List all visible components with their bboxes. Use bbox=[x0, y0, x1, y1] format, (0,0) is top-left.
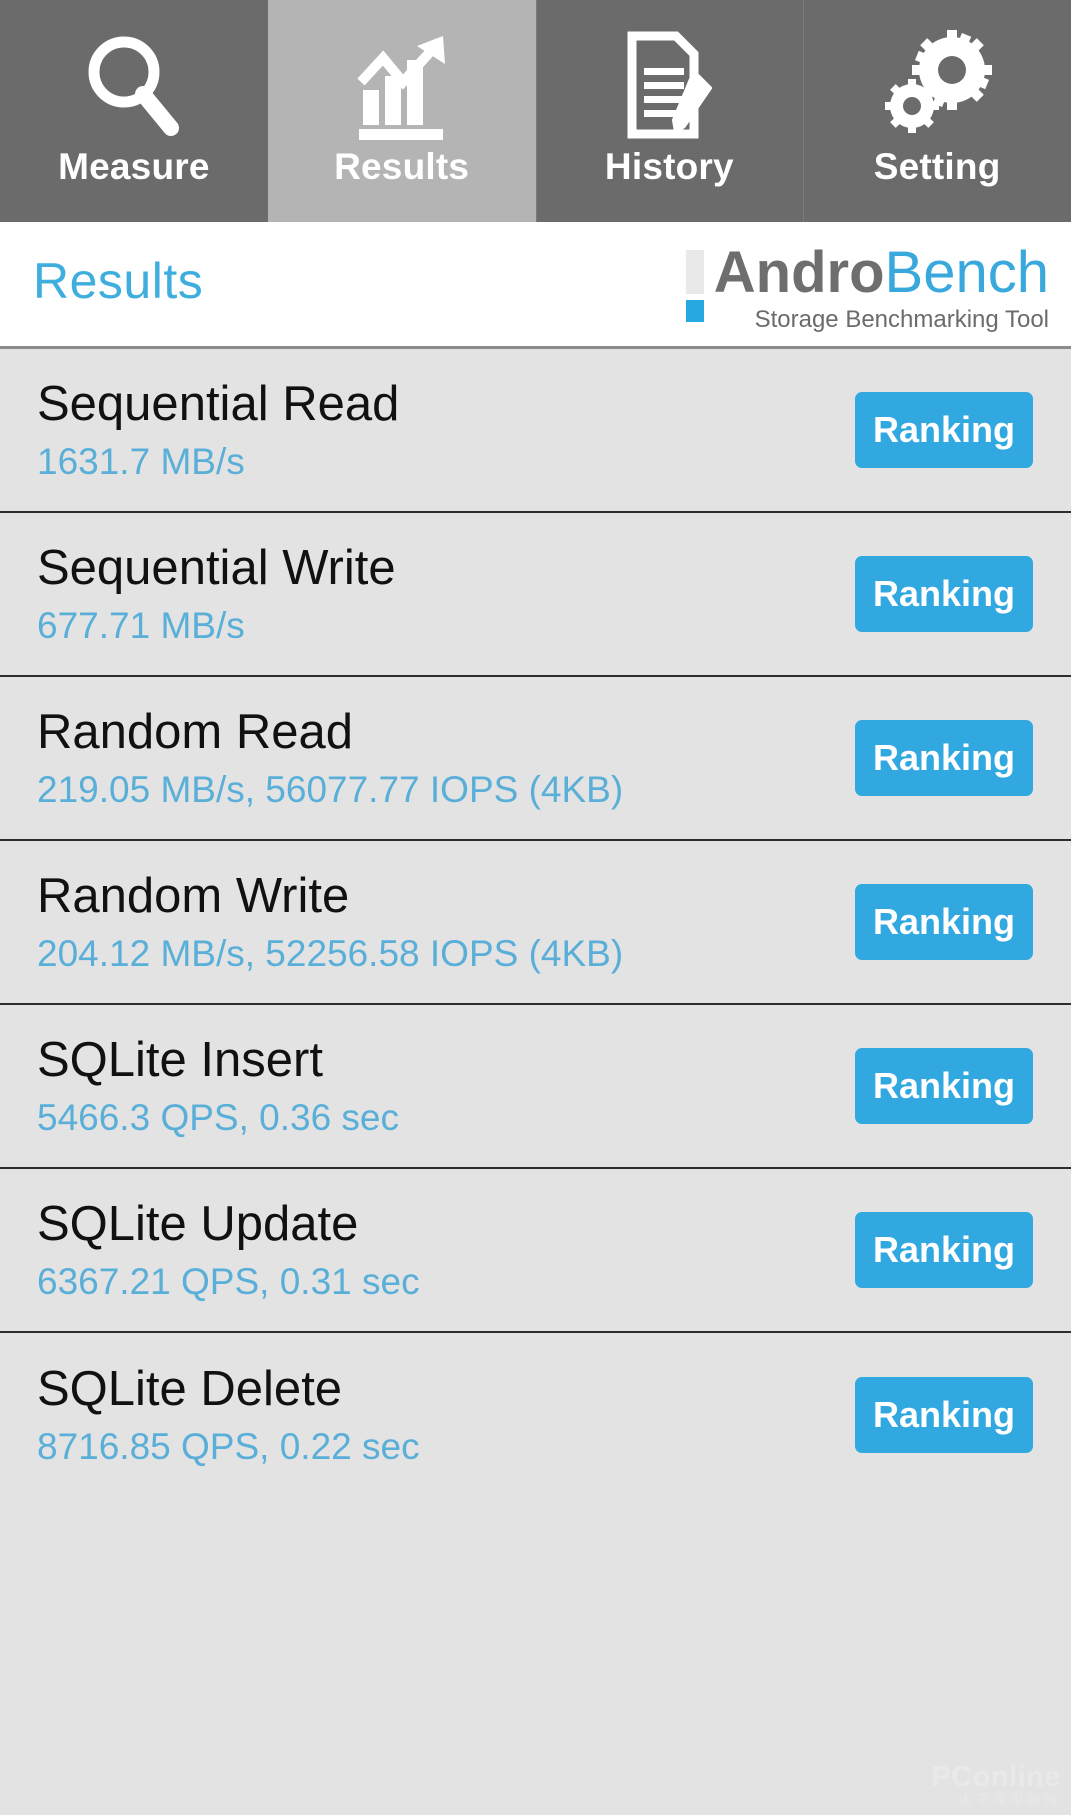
tab-measure[interactable]: Measure bbox=[0, 0, 268, 222]
result-row-random-read[interactable]: Random Read 219.05 MB/s, 56077.77 IOPS (… bbox=[0, 677, 1071, 841]
ranking-button[interactable]: Ranking bbox=[855, 556, 1033, 632]
logo-word-andro: Andro bbox=[713, 240, 885, 305]
ranking-button[interactable]: Ranking bbox=[855, 392, 1033, 468]
result-value: 1631.7 MB/s bbox=[37, 441, 245, 482]
tab-history[interactable]: History bbox=[535, 0, 804, 222]
result-row-random-write[interactable]: Random Write 204.12 MB/s, 52256.58 IOPS … bbox=[0, 841, 1071, 1005]
page-title: Results bbox=[33, 253, 204, 309]
tab-setting[interactable]: Setting bbox=[803, 0, 1071, 222]
result-row-sqlite-insert[interactable]: SQLite Insert 5466.3 QPS, 0.36 sec Ranki… bbox=[0, 1005, 1071, 1169]
result-row-sequential-read[interactable]: Sequential Read 1631.7 MB/s Ranking bbox=[0, 349, 1071, 513]
result-title: SQLite Update bbox=[37, 1197, 359, 1251]
tab-setting-label: Setting bbox=[873, 146, 1001, 187]
logo-word-bench: Bench bbox=[884, 240, 1049, 305]
ranking-button[interactable]: Ranking bbox=[855, 1212, 1033, 1288]
result-title: Sequential Write bbox=[37, 541, 396, 595]
tab-results-label: Results bbox=[334, 146, 470, 187]
document-pencil-icon bbox=[614, 26, 724, 144]
ranking-button[interactable]: Ranking bbox=[855, 884, 1033, 960]
result-row-sequential-write[interactable]: Sequential Write 677.71 MB/s Ranking bbox=[0, 513, 1071, 677]
result-title: Random Read bbox=[37, 705, 353, 759]
bar-chart-trend-icon bbox=[347, 26, 457, 144]
logo-tagline: Storage Benchmarking Tool bbox=[754, 306, 1049, 333]
tab-measure-label: Measure bbox=[58, 146, 210, 187]
ranking-button[interactable]: Ranking bbox=[855, 720, 1033, 796]
watermark-main: PConline bbox=[931, 1761, 1061, 1793]
ranking-button[interactable]: Ranking bbox=[855, 1048, 1033, 1124]
result-value: 5466.3 QPS, 0.36 sec bbox=[37, 1097, 400, 1138]
results-list: Sequential Read 1631.7 MB/s Ranking Sequ… bbox=[0, 346, 1071, 1497]
ranking-button[interactable]: Ranking bbox=[855, 1377, 1033, 1453]
result-row-sqlite-delete[interactable]: SQLite Delete 8716.85 QPS, 0.22 sec Rank… bbox=[0, 1333, 1071, 1497]
result-value: 6367.21 QPS, 0.31 sec bbox=[37, 1261, 420, 1302]
watermark-sub: 太平洋电脑网 bbox=[958, 1792, 1061, 1807]
page-header: Results AndroBench Storage Benchmarking … bbox=[0, 222, 1071, 346]
tab-bar: Measure Results History Setting bbox=[0, 0, 1071, 222]
result-value: 219.05 MB/s, 56077.77 IOPS (4KB) bbox=[37, 769, 624, 810]
gears-icon bbox=[882, 26, 993, 144]
tab-history-label: History bbox=[604, 146, 734, 187]
androbench-logo: AndroBench Storage Benchmarking Tool bbox=[685, 244, 1049, 334]
result-value: 8716.85 QPS, 0.22 sec bbox=[37, 1426, 420, 1467]
result-title: SQLite Insert bbox=[37, 1033, 323, 1087]
result-title: Random Write bbox=[37, 869, 350, 923]
result-title: Sequential Read bbox=[37, 377, 400, 431]
result-title: SQLite Delete bbox=[37, 1362, 343, 1416]
logo-bar-icon bbox=[685, 250, 704, 322]
result-row-sqlite-update[interactable]: SQLite Update 6367.21 QPS, 0.31 sec Rank… bbox=[0, 1169, 1071, 1333]
result-value: 677.71 MB/s bbox=[37, 605, 245, 646]
magnifier-icon bbox=[79, 26, 189, 144]
tab-results[interactable]: Results bbox=[267, 0, 536, 222]
result-value: 204.12 MB/s, 52256.58 IOPS (4KB) bbox=[37, 933, 624, 974]
watermark: PConline 太平洋电脑网 bbox=[931, 1762, 1061, 1807]
